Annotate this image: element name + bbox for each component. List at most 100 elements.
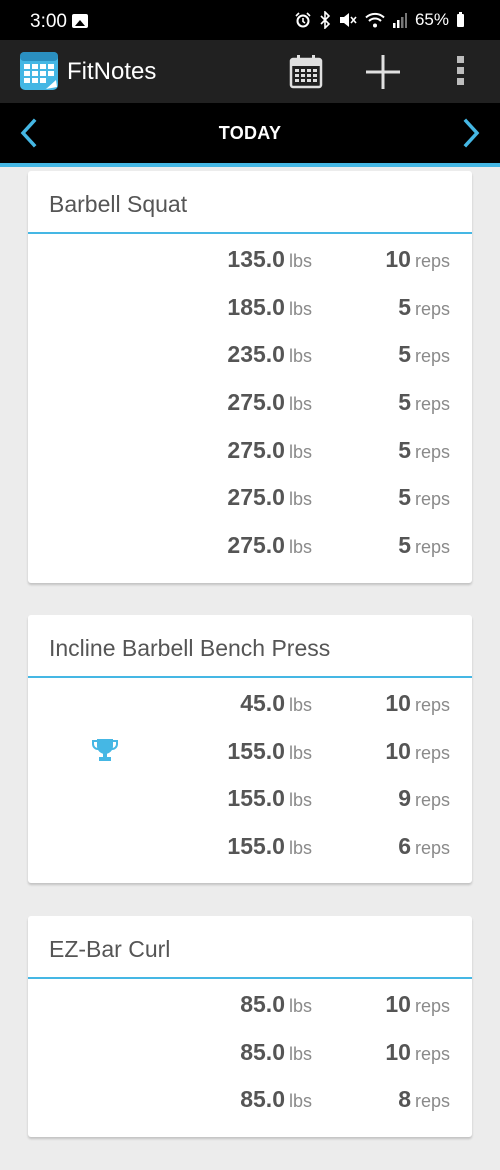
trophy-icon: [92, 738, 118, 761]
set-weight: 275.0 lbs: [227, 389, 312, 416]
reps-unit: reps: [414, 742, 450, 763]
set-weight: 85.0 lbs: [240, 1039, 312, 1066]
card-header: Incline Barbell Bench Press: [28, 615, 472, 678]
set-row[interactable]: 135.0 lbs 10 reps: [28, 234, 472, 282]
reps-value: 5: [398, 532, 411, 559]
weight-unit: lbs: [288, 394, 312, 415]
set-row[interactable]: 85.0 lbs 8 reps: [28, 1074, 472, 1122]
reps-value: 5: [398, 293, 411, 320]
reps-value: 6: [398, 833, 411, 860]
set-weight: 45.0 lbs: [240, 690, 312, 717]
exercise-name: Incline Barbell Bench Press: [49, 635, 331, 661]
reps-value: 5: [398, 436, 411, 463]
weight-value: 85.0: [240, 1038, 285, 1065]
set-reps: 5 reps: [398, 389, 450, 416]
set-row[interactable]: 155.0 lbs 6 reps: [28, 821, 472, 869]
reps-value: 10: [385, 690, 411, 716]
workout-card-incline-barbell-bench-press[interactable]: Incline Barbell Bench Press 45.0 lbs 10 rep…: [28, 615, 472, 883]
plus-icon: [366, 55, 400, 89]
reps-unit: reps: [414, 251, 450, 271]
set-weight: 235.0 lbs: [227, 341, 312, 368]
set-weight: 135.0 lbs: [227, 246, 312, 273]
workout-card-barbell-squat[interactable]: Barbell Squat 135.0 lbs 10 reps 185.0 lbs 5 rep…: [28, 171, 472, 583]
set-row[interactable]: 155.0 lbs 9 reps: [28, 773, 472, 821]
weight-unit: lbs: [288, 1091, 312, 1112]
weight-value: 275.0: [227, 532, 285, 559]
reps-unit: reps: [414, 996, 450, 1016]
set-row[interactable]: 275.0 lbs 5 reps: [28, 377, 472, 425]
weight-unit: lbs: [288, 489, 312, 510]
set-reps: 10 reps: [385, 690, 450, 717]
set-row[interactable]: 155.0 lbs 10 reps: [28, 726, 472, 774]
exercise-name: Barbell Squat: [49, 191, 188, 217]
card-header: EZ-Bar Curl: [28, 916, 472, 979]
calendar-button[interactable]: [288, 54, 324, 90]
set-reps: 8 reps: [398, 1086, 450, 1113]
set-row[interactable]: 275.0 lbs 5 reps: [28, 472, 472, 520]
set-weight: 275.0 lbs: [227, 532, 312, 559]
reps-value: 8: [398, 1086, 411, 1113]
signal-icon: [392, 13, 407, 28]
bluetooth-icon: [320, 11, 331, 29]
set-reps: 5 reps: [398, 437, 450, 464]
weight-value: 275.0: [227, 484, 285, 511]
gallery-notification-icon: [72, 14, 88, 28]
reps-unit: reps: [414, 489, 450, 510]
calendar-icon: [289, 55, 323, 89]
set-weight: 85.0 lbs: [240, 991, 312, 1018]
weight-value: 45.0: [240, 690, 285, 716]
next-day-button[interactable]: [456, 117, 486, 149]
set-reps: 10 reps: [385, 1039, 450, 1066]
set-row[interactable]: 235.0 lbs 5 reps: [28, 329, 472, 377]
reps-unit: reps: [414, 790, 450, 811]
app-title: FitNotes: [67, 58, 157, 85]
battery-level: 65%: [414, 10, 449, 29]
weight-value: 135.0: [227, 246, 285, 272]
set-reps: 5 reps: [398, 294, 450, 321]
set-row[interactable]: 185.0 lbs 5 reps: [28, 282, 472, 330]
reps-value: 10: [385, 737, 411, 764]
weight-unit: lbs: [288, 695, 312, 715]
set-weight: 275.0 lbs: [227, 484, 312, 511]
weight-unit: lbs: [288, 298, 312, 319]
weight-unit: lbs: [288, 838, 312, 859]
more-vertical-icon: [457, 56, 464, 85]
weight-value: 275.0: [227, 389, 285, 416]
current-date-label[interactable]: TODAY: [0, 123, 500, 144]
workout-card-ez-bar-curl[interactable]: EZ-Bar Curl 85.0 lbs 10 reps 85.0 lbs 10 reps 85…: [28, 916, 472, 1137]
set-list: 45.0 lbs 10 reps 155.0 lbs 10 reps 155.0 lbs 9 reps…: [28, 678, 472, 869]
set-row[interactable]: 85.0 lbs 10 reps: [28, 1027, 472, 1075]
set-reps: 10 reps: [385, 246, 450, 273]
weight-unit: lbs: [288, 251, 312, 271]
chevron-right-icon: [463, 118, 480, 148]
reps-unit: reps: [414, 695, 450, 715]
reps-unit: reps: [414, 1043, 450, 1064]
app-bar: FitNotes: [0, 40, 500, 103]
set-reps: 6 reps: [398, 833, 450, 860]
reps-value: 9: [398, 785, 411, 812]
reps-value: 10: [385, 1038, 411, 1065]
set-reps: 5 reps: [398, 341, 450, 368]
reps-value: 5: [398, 484, 411, 511]
overflow-menu-button[interactable]: [448, 53, 474, 89]
set-weight: 275.0 lbs: [227, 437, 312, 464]
weight-unit: lbs: [288, 1043, 312, 1064]
set-list: 135.0 lbs 10 reps 185.0 lbs 5 reps 235.0 lbs 5 reps…: [28, 234, 472, 568]
set-row[interactable]: 85.0 lbs 10 reps: [28, 979, 472, 1027]
reps-unit: reps: [414, 838, 450, 859]
add-button[interactable]: [362, 51, 404, 93]
reps-unit: reps: [414, 441, 450, 462]
mute-icon: [339, 13, 357, 27]
wifi-icon: [365, 12, 385, 28]
set-weight: 155.0 lbs: [227, 738, 312, 765]
set-reps: 5 reps: [398, 532, 450, 559]
reps-unit: reps: [414, 346, 450, 367]
set-row[interactable]: 45.0 lbs 10 reps: [28, 678, 472, 726]
set-weight: 85.0 lbs: [240, 1086, 312, 1113]
weight-unit: lbs: [288, 996, 312, 1016]
weight-value: 85.0: [240, 1086, 285, 1113]
set-row[interactable]: 275.0 lbs 5 reps: [28, 520, 472, 568]
reps-value: 5: [398, 341, 411, 368]
set-row[interactable]: 275.0 lbs 5 reps: [28, 425, 472, 473]
card-header: Barbell Squat: [28, 171, 472, 234]
